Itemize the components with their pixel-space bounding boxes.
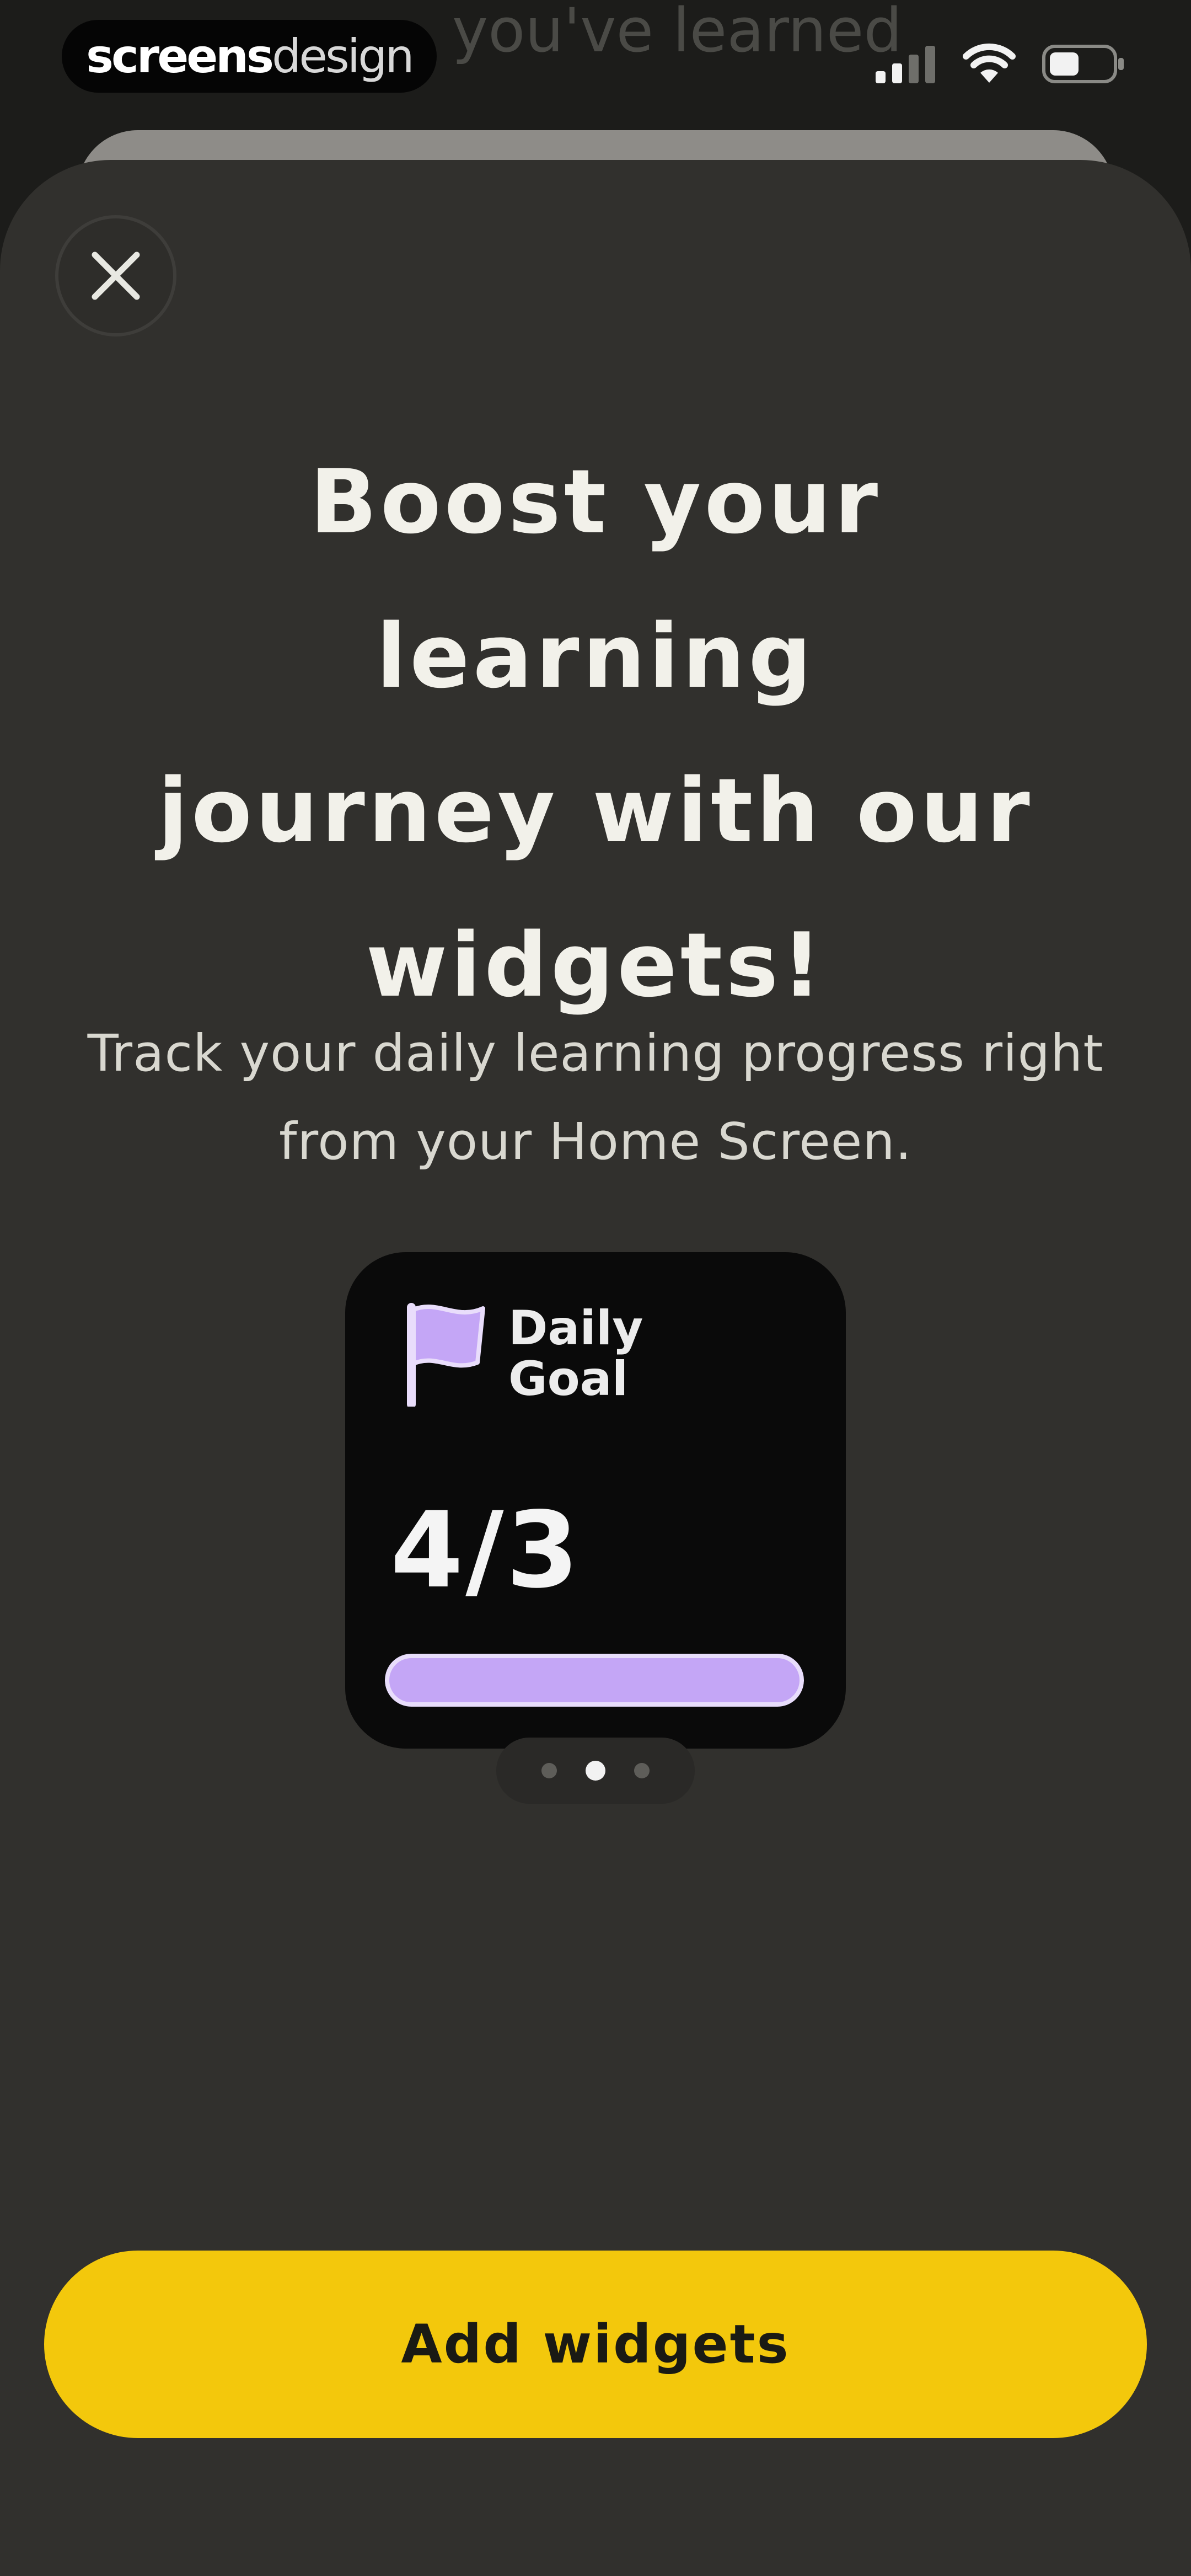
- headline-line: journey with our: [158, 759, 1033, 862]
- daily-goal-label-line: Daily: [508, 1301, 643, 1356]
- status-bar: you've learned screens design: [0, 0, 1191, 132]
- daily-goal-label-line: Goal: [508, 1351, 629, 1407]
- battery-icon: [1042, 45, 1124, 83]
- page-dot[interactable]: [634, 1763, 650, 1778]
- brand-watermark: screens design: [62, 20, 437, 93]
- page-indicator[interactable]: [496, 1738, 695, 1804]
- status-icons: [876, 43, 1125, 85]
- headline-line: Boost your learning: [309, 450, 882, 708]
- daily-goal-progress-bar: [385, 1654, 804, 1707]
- daily-goal-progress-fill: [385, 1654, 804, 1707]
- wifi-icon: [963, 43, 1016, 83]
- daily-goal-label: Daily Goal: [508, 1303, 707, 1404]
- daily-goal-widget-preview: Daily Goal 4/3: [345, 1252, 846, 1749]
- close-button[interactable]: [55, 215, 176, 336]
- close-icon: [92, 252, 140, 300]
- subtitle-line: from your Home Screen.: [279, 1112, 912, 1171]
- background-screen-title: you've learned: [452, 0, 903, 66]
- widget-promo-sheet: Boost your learning journey with our wid…: [0, 160, 1191, 2576]
- page-dot[interactable]: [586, 1761, 605, 1781]
- add-widgets-button[interactable]: Add widgets: [44, 2251, 1147, 2438]
- headline-line: widgets!: [366, 913, 825, 1017]
- page-dot[interactable]: [541, 1763, 557, 1778]
- subtitle-line: Track your daily learning progress right: [87, 1024, 1104, 1083]
- flag-icon: [407, 1303, 485, 1407]
- cellular-signal-icon: [876, 46, 935, 83]
- subtitle: Track your daily learning progress right…: [55, 1009, 1136, 1186]
- headline: Boost your learning journey with our wid…: [77, 425, 1114, 1043]
- brand-watermark-bold: screens: [86, 29, 274, 83]
- daily-goal-value: 4/3: [390, 1489, 581, 1611]
- brand-watermark-light: design: [271, 29, 415, 83]
